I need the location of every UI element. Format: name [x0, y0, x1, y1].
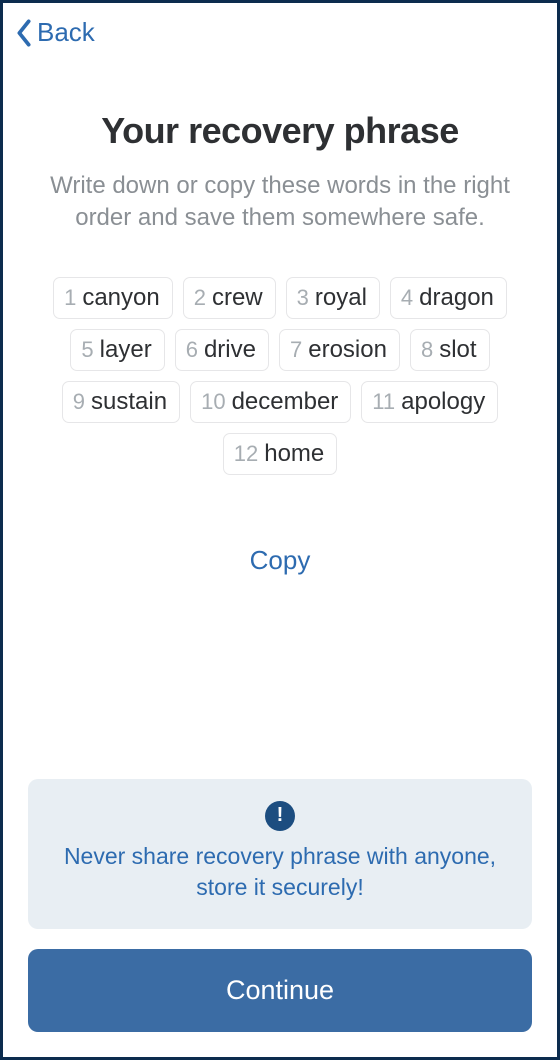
recovery-word-chip: 12home [223, 433, 338, 475]
recovery-word-text: erosion [308, 336, 387, 364]
recovery-word-text: drive [204, 336, 256, 364]
continue-button[interactable]: Continue [28, 949, 532, 1032]
recovery-word-text: home [264, 440, 324, 468]
recovery-word-chip: 2crew [183, 277, 276, 319]
security-notice: ! Never share recovery phrase with anyon… [28, 779, 532, 929]
recovery-word-index: 12 [234, 441, 258, 467]
recovery-words-grid: 1canyon2crew3royal4dragon5layer6drive7er… [33, 277, 527, 475]
recovery-word-chip: 3royal [286, 277, 380, 319]
chevron-left-icon [13, 19, 35, 47]
recovery-word-chip: 5 layer [70, 329, 164, 371]
recovery-word-index: 3 [297, 285, 309, 311]
main-content: Your recovery phrase Write down or copy … [3, 58, 557, 779]
page-subtitle: Write down or copy these words in the ri… [33, 170, 527, 235]
recovery-word-index: 6 [186, 337, 198, 363]
recovery-word-chip: 10 december [190, 381, 351, 423]
alert-icon: ! [265, 801, 295, 831]
recovery-word-text: sustain [91, 388, 167, 416]
recovery-word-text: crew [212, 284, 263, 312]
recovery-word-index: 1 [64, 285, 76, 311]
recovery-word-chip: 1canyon [53, 277, 173, 319]
recovery-word-text: canyon [82, 284, 159, 312]
recovery-word-chip: 11apology [361, 381, 498, 423]
page-title: Your recovery phrase [33, 110, 527, 152]
recovery-word-chip: 8slot [410, 329, 490, 371]
recovery-word-chip: 4dragon [390, 277, 507, 319]
copy-button[interactable]: Copy [33, 545, 527, 576]
recovery-word-chip: 9sustain [62, 381, 180, 423]
security-notice-text: Never share recovery phrase with anyone,… [48, 841, 512, 903]
recovery-word-index: 5 [81, 337, 93, 363]
back-button[interactable]: Back [13, 17, 95, 48]
recovery-word-index: 8 [421, 337, 433, 363]
recovery-word-text: dragon [419, 284, 494, 312]
recovery-word-chip: 6drive [175, 329, 269, 371]
recovery-word-text: apology [401, 388, 485, 416]
recovery-word-index: 11 [372, 389, 395, 415]
recovery-word-text: royal [315, 284, 367, 312]
recovery-word-index: 10 [201, 389, 225, 415]
recovery-word-index: 9 [73, 389, 85, 415]
back-label: Back [37, 17, 95, 48]
recovery-word-text: december [232, 388, 339, 416]
recovery-word-text: slot [439, 336, 476, 364]
recovery-word-text: layer [100, 336, 152, 364]
recovery-word-index: 4 [401, 285, 413, 311]
recovery-word-index: 7 [290, 337, 302, 363]
recovery-word-index: 2 [194, 285, 206, 311]
nav-bar: Back [3, 3, 557, 58]
recovery-word-chip: 7erosion [279, 329, 400, 371]
